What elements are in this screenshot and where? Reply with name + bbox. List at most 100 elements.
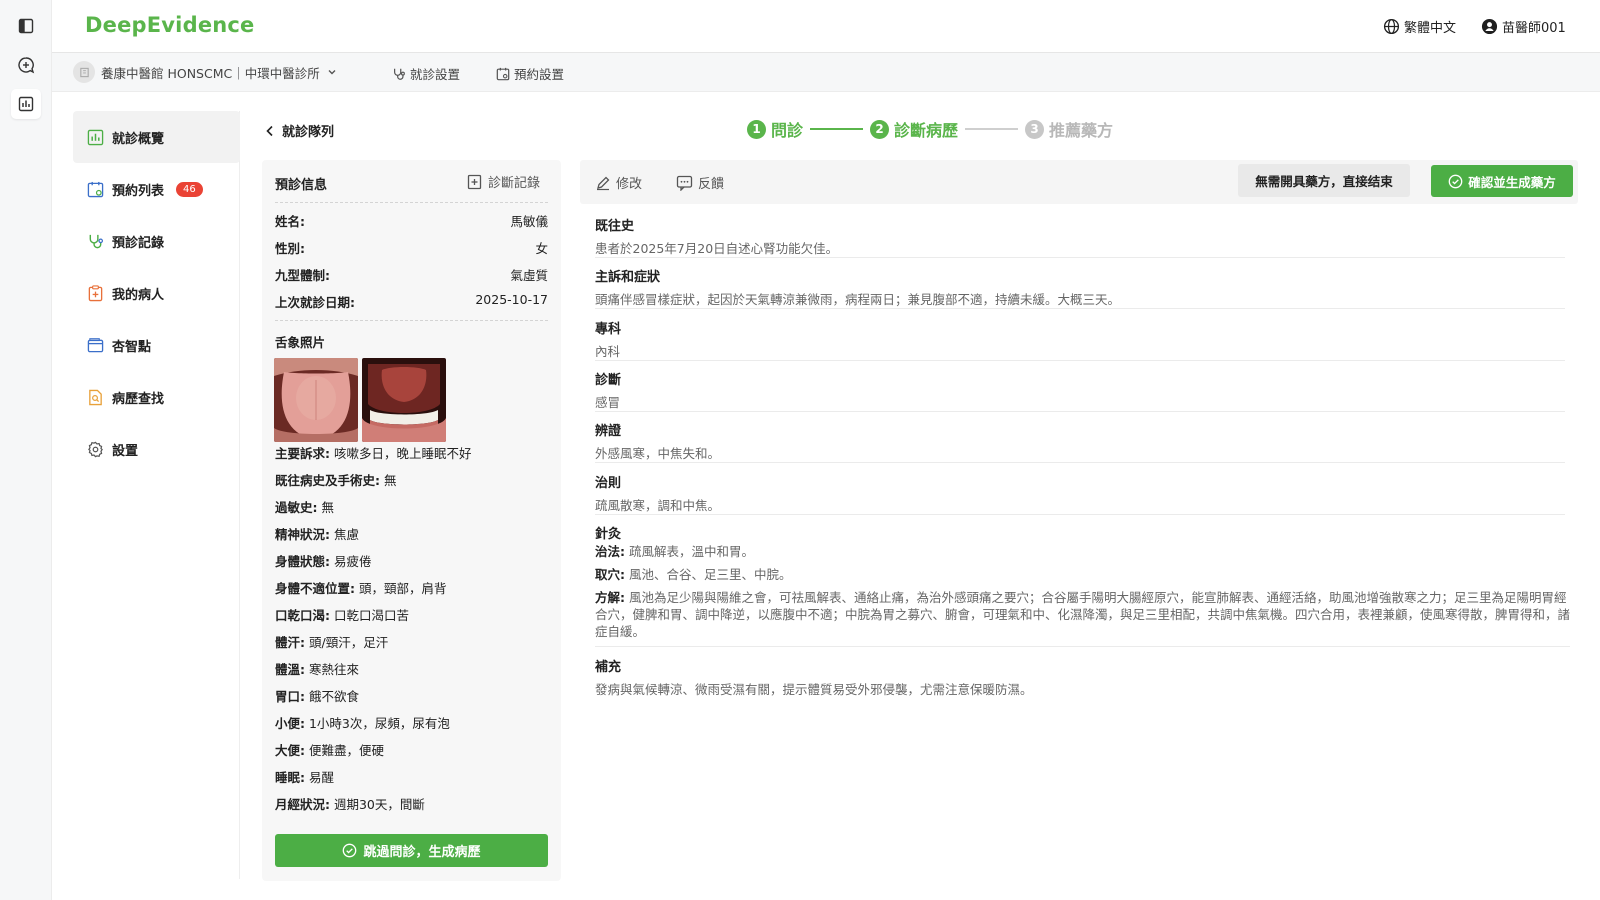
gear-icon [88, 441, 103, 457]
edit-button[interactable]: 修改 [595, 173, 642, 192]
skip-consultation-button[interactable]: 跳過問診，生成病歷 [275, 834, 548, 867]
symptom-key: 過敏史: [275, 500, 318, 515]
step-number: 3 [1025, 119, 1045, 139]
back-label: 就診隊列 [282, 125, 335, 140]
nav-item-appointments[interactable]: 預約列表 46 [73, 163, 240, 215]
symptom-value: 無 [383, 473, 397, 488]
clinic-name: 養康中醫館 HONSCMC｜中環中醫診所 [101, 65, 320, 81]
section-treatment-principle: 治則 疏風散寒，調和中焦。 [595, 472, 1565, 515]
nav-item-settings[interactable]: 設置 [73, 423, 240, 475]
progress-stepper: 1 問診 2 診斷病歷 3 推薦藥方 [747, 117, 1113, 141]
symptom-key: 主要訴求: [275, 446, 330, 461]
symptom-key: 精神狀況: [275, 527, 330, 542]
section-text: 頭痛伴感冒樣症狀，起因於天氣轉涼兼微雨，病程兩日；兼見腹部不適，持續未緩。大概三… [595, 292, 1121, 307]
clinic-avatar [73, 61, 95, 83]
diagnosis-record-button[interactable]: 診斷記錄 [467, 172, 540, 191]
feedback-button[interactable]: 反饋 [676, 173, 724, 192]
nav-label: 預約列表 [112, 183, 165, 199]
chevron-left-icon [266, 125, 273, 136]
confirm-generate-prescription-button[interactable]: 確認並生成藥方 [1431, 165, 1573, 197]
section-title: 針灸 [595, 527, 622, 542]
step-diagnosis[interactable]: 2 診斷病歷 [870, 117, 958, 141]
symptom-value: 頭，頸部，肩背 [358, 581, 447, 596]
pencil-icon [597, 176, 610, 190]
symptom-key: 身體不適位置: [275, 581, 355, 596]
symptom-sweat: 體汗: 頭/頸汗，足汗 [275, 632, 555, 651]
symptom-thirst: 口乾口渴: 口乾口渴口苦 [275, 605, 555, 624]
clipboard-icon [88, 284, 103, 301]
field-value: 2025-10-17 [475, 292, 548, 307]
step-label: 問診 [771, 121, 804, 140]
language-label: 繁體中文 [1404, 21, 1457, 36]
field-last-visit: 上次就診日期: 2025-10-17 [275, 292, 548, 311]
section-title: 主訴和症狀 [595, 270, 661, 285]
skip-consultation-label: 跳過問診，生成病歷 [363, 845, 481, 860]
symptom-key: 月經狀況: [275, 797, 330, 812]
field-key: 姓名: [275, 214, 305, 229]
sidebar-toggle-icon[interactable] [11, 11, 41, 41]
tongue-photo-2[interactable] [362, 358, 446, 442]
user-avatar-icon [1481, 18, 1498, 35]
appointment-settings-link[interactable]: 預約設置 [496, 64, 564, 83]
nav-item-my-patients[interactable]: 我的病人 [73, 267, 240, 319]
diagnosis-record-label: 診斷記錄 [488, 176, 541, 191]
acu-key: 取穴: [595, 567, 625, 582]
symptom-key: 大便: [275, 743, 305, 758]
app-rail [0, 0, 52, 900]
new-chat-icon[interactable] [11, 50, 41, 80]
symptom-value: 1小時3次，尿頻，尿有泡 [308, 716, 450, 731]
nav-item-overview[interactable]: 就診概覽 [73, 111, 240, 163]
side-nav: 就診概覽 預約列表 46 預診記錄 我的病人 杏智點 病歷查找 設置 [73, 111, 240, 879]
field-value: 氣虛質 [510, 268, 548, 283]
symptom-history: 既往病史及手術史: 無 [275, 470, 555, 489]
symptom-key: 既往病史及手術史: [275, 473, 380, 488]
dashboard-icon[interactable] [11, 89, 41, 119]
symptom-value: 便難盡，便硬 [308, 743, 384, 758]
section-supplement: 補充 發病與氣候轉涼、微雨受濕有關，提示體質易受外邪侵襲，尤需注意保暖防濕。 [595, 656, 1565, 698]
nav-item-points[interactable]: 杏智點 [73, 319, 240, 371]
user-menu[interactable]: 苗醫師001 [1481, 17, 1566, 36]
symptom-value: 咳嗽多日，晚上睡眠不好 [333, 446, 472, 461]
bar-chart-icon [87, 129, 104, 145]
divider [275, 320, 548, 321]
pre-diagnosis-title: 預診信息 [275, 178, 328, 193]
acu-value: 疏風解表，溫中和胃。 [628, 544, 754, 559]
calendar-icon [87, 181, 104, 197]
symptom-stool: 大便: 便難盡，便硬 [275, 740, 555, 759]
clinic-selector[interactable]: 養康中醫館 HONSCMC｜中環中醫診所 [73, 61, 338, 83]
symptom-value: 週期30天，間斷 [333, 797, 425, 812]
check-circle-icon [343, 843, 357, 858]
step-connector [965, 128, 1019, 130]
search-file-icon [89, 389, 102, 405]
appointment-count-badge: 46 [176, 181, 203, 197]
step-prescription[interactable]: 3 推薦藥方 [1025, 117, 1113, 141]
nav-label: 設置 [112, 443, 139, 459]
language-switcher[interactable]: 繁體中文 [1383, 17, 1456, 36]
symptom-sleep: 睡眠: 易醒 [275, 767, 555, 786]
tongue-photo-1[interactable] [274, 358, 358, 442]
acu-key: 方解: [595, 590, 625, 605]
back-to-queue-link[interactable]: 就診隊列 [265, 121, 334, 140]
end-without-prescription-button[interactable]: 無需開具藥方，直接结束 [1238, 164, 1410, 197]
clinic-bar: 養康中醫館 HONSCMC｜中環中醫診所 就診設置 預約設置 [52, 53, 1600, 92]
symptom-temperature: 體溫: 寒熱往來 [275, 659, 555, 678]
acupuncture-points: 取穴: 風池、合谷、足三里、中脘。 [595, 566, 1570, 583]
symptom-value: 焦慮 [333, 527, 359, 542]
nav-item-pre-records[interactable]: 預診記錄 [73, 215, 240, 267]
section-specialty: 專科 內科 [595, 318, 1565, 361]
symptom-key: 小便: [275, 716, 305, 731]
field-gender: 性別: 女 [275, 238, 548, 257]
visit-settings-label: 就診設置 [410, 67, 461, 82]
section-text: 外感風寒，中焦失和。 [595, 446, 721, 461]
pre-diagnosis-card: 預診信息 診斷記錄 姓名: 馬敏儀 性別: 女 九型體制: 氣虛質 上次就診日期: 20… [262, 160, 561, 881]
step-number: 2 [870, 119, 890, 139]
nav-item-record-search[interactable]: 病歷查找 [73, 371, 240, 423]
visit-settings-link[interactable]: 就診設置 [392, 64, 460, 83]
building-icon [79, 67, 89, 77]
confirm-label: 確認並生成藥方 [1468, 174, 1556, 190]
check-circle-icon [1448, 174, 1463, 188]
symptom-key: 體汗: [275, 635, 305, 650]
app-logo[interactable]: DeepEvidence [85, 13, 255, 37]
stethoscope-icon [394, 68, 405, 80]
step-consultation[interactable]: 1 問診 [747, 117, 803, 141]
